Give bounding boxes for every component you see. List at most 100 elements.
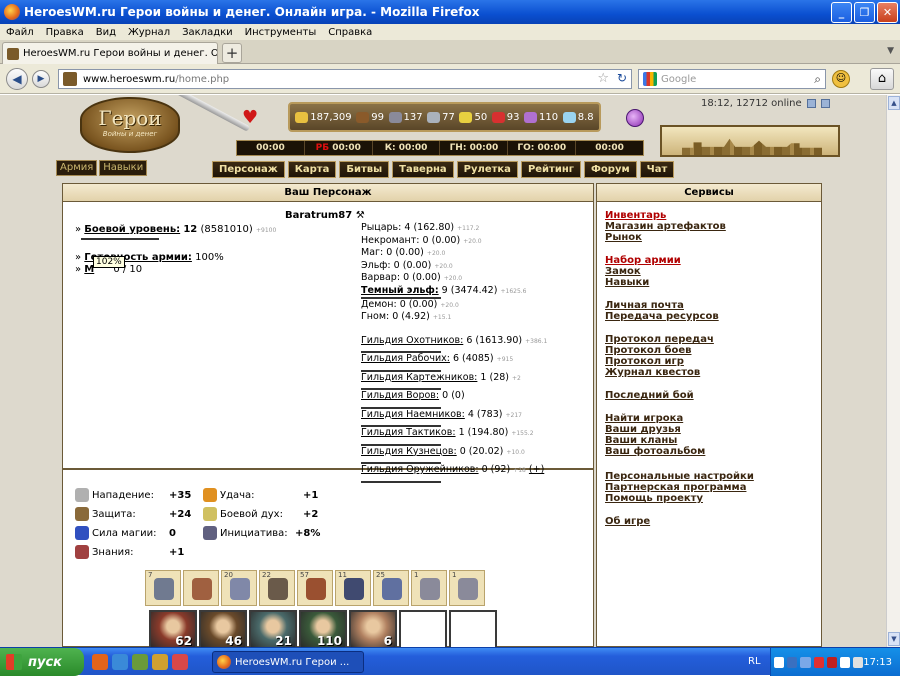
combat-level-link[interactable]: Боевой уровень: xyxy=(84,224,180,235)
service-link[interactable]: Найти игрока xyxy=(605,413,683,424)
army-unit[interactable]: 21 xyxy=(249,610,297,647)
nav-map[interactable]: Карта xyxy=(287,161,337,178)
page-scrollbar[interactable]: ▲ ▼ xyxy=(886,95,900,647)
faction-name[interactable]: Темный эльф: xyxy=(361,285,439,296)
scroll-up-icon[interactable]: ▲ xyxy=(888,96,900,110)
close-button[interactable]: ✕ xyxy=(877,1,898,23)
nav-skills[interactable]: Навыки xyxy=(99,160,148,176)
tray-icon[interactable] xyxy=(787,656,798,668)
url-bar[interactable]: www.heroeswm.ru/home.php ☆ ↻ xyxy=(58,69,632,89)
bookmark-star-icon[interactable]: ☆ xyxy=(597,71,609,86)
army-unit[interactable]: 46 xyxy=(199,610,247,647)
service-link[interactable]: Протокол боев xyxy=(605,345,692,356)
guild-name-link[interactable]: Гильдия Картежников: xyxy=(361,372,477,383)
menu-tools[interactable]: Инструменты xyxy=(239,27,323,38)
artifact-slot[interactable]: 11 xyxy=(335,570,371,606)
nav-tavern[interactable]: Таверна xyxy=(392,161,454,178)
service-link[interactable]: Ваш фотоальбом xyxy=(605,446,705,457)
app-quicklaunch-icon[interactable] xyxy=(152,654,168,670)
service-link[interactable]: Последний бой xyxy=(605,390,694,401)
player-name[interactable]: Baratrum87 ⚒ xyxy=(285,210,365,221)
google-icon[interactable] xyxy=(643,72,657,86)
tab-heroeswm[interactable]: HeroesWM.ru Герои войны и денег. Онла...… xyxy=(2,42,218,64)
service-link[interactable]: Ваши друзья xyxy=(605,424,681,435)
service-link[interactable]: Личная почта xyxy=(605,300,684,311)
guild-name-link[interactable]: Гильдия Охотников: xyxy=(361,335,463,346)
minimize-button[interactable]: _ xyxy=(831,1,852,23)
service-link[interactable]: Набор армии xyxy=(605,255,681,266)
service-link[interactable]: Замок xyxy=(605,266,641,277)
service-link[interactable]: Протокол игр xyxy=(605,356,684,367)
artifact-slot[interactable]: 1 xyxy=(449,570,485,606)
tray-icon[interactable] xyxy=(800,656,811,668)
search-icon[interactable]: ⌕ xyxy=(814,72,821,87)
maximize-button[interactable]: ❐ xyxy=(854,1,875,23)
artifact-slot[interactable]: 22 xyxy=(259,570,295,606)
mail-icon[interactable] xyxy=(821,98,830,108)
addon-smiley-icon[interactable]: ☺ xyxy=(832,70,850,88)
tray-icon[interactable] xyxy=(813,656,824,668)
artifact-slot[interactable]: 20 xyxy=(221,570,257,606)
tray-icon[interactable] xyxy=(839,656,851,668)
app-quicklaunch-icon[interactable] xyxy=(172,654,188,670)
home-button[interactable]: ⌂ xyxy=(870,68,894,90)
guild-name-link[interactable]: Гильдия Кузнецов: xyxy=(361,446,457,457)
game-logo[interactable]: Герои Войны и денег xyxy=(80,97,180,153)
guild-name-link[interactable]: Гильдия Наемников: xyxy=(361,409,465,420)
menu-file[interactable]: Файл xyxy=(0,27,40,38)
nav-character[interactable]: Персонаж xyxy=(212,161,285,178)
menu-help[interactable]: Справка xyxy=(322,27,378,38)
army-unit[interactable] xyxy=(399,610,447,647)
artifact-slot[interactable]: 7 xyxy=(145,570,181,606)
service-link[interactable]: Журнал квестов xyxy=(605,367,700,378)
menu-edit[interactable]: Правка xyxy=(40,27,90,38)
service-link[interactable]: Персональные настройки xyxy=(605,471,754,482)
service-link[interactable]: Рынок xyxy=(605,232,642,243)
guild-name-link[interactable]: Гильдия Рабочих: xyxy=(361,353,450,364)
online-list-icon[interactable] xyxy=(806,98,816,108)
nav-roulette[interactable]: Рулетка xyxy=(456,161,518,178)
army-unit[interactable] xyxy=(449,610,497,647)
nav-chat[interactable]: Чат xyxy=(639,161,675,178)
start-button[interactable]: пуск xyxy=(0,648,84,676)
army-unit[interactable]: 110 xyxy=(299,610,347,647)
army-unit[interactable]: 62 xyxy=(149,610,197,647)
artifact-slot[interactable]: 25 xyxy=(373,570,409,606)
language-indicator[interactable]: RL xyxy=(748,656,761,667)
service-link[interactable]: Инвентарь xyxy=(605,210,666,221)
app-quicklaunch-icon[interactable] xyxy=(112,654,128,670)
nav-forum[interactable]: Форум xyxy=(584,161,637,178)
army-unit[interactable]: 6 xyxy=(349,610,397,647)
service-link[interactable]: Магазин артефактов xyxy=(605,221,726,232)
artifact-slot[interactable] xyxy=(183,570,219,606)
nav-army[interactable]: Армия xyxy=(56,160,98,176)
back-button[interactable]: ◀ xyxy=(6,68,28,90)
service-link[interactable]: Протокол передач xyxy=(605,334,714,345)
nav-rating[interactable]: Рейтинг xyxy=(520,161,581,178)
tray-icon[interactable] xyxy=(774,656,785,668)
service-link[interactable]: Об игре xyxy=(605,516,650,527)
artifact-slot[interactable]: 1 xyxy=(411,570,447,606)
tray-icon[interactable] xyxy=(853,656,864,668)
service-link[interactable]: Партнерская программа xyxy=(605,482,746,493)
service-link[interactable]: Передача ресурсов xyxy=(605,311,719,322)
service-link[interactable]: Навыки xyxy=(605,277,649,288)
forward-button[interactable]: ▶ xyxy=(32,70,50,88)
nav-battles[interactable]: Битвы xyxy=(339,161,390,178)
menu-history[interactable]: Журнал xyxy=(122,27,176,38)
scroll-down-icon[interactable]: ▼ xyxy=(888,632,900,646)
firefox-quicklaunch-icon[interactable] xyxy=(92,654,108,670)
artifact-slot[interactable]: 57 xyxy=(297,570,333,606)
guild-name-link[interactable]: Гильдия Воров: xyxy=(361,390,439,401)
app-quicklaunch-icon[interactable] xyxy=(132,654,148,670)
taskbar-firefox-task[interactable]: HeroesWM.ru Герои ... xyxy=(212,651,364,673)
tab-list-icon[interactable]: ▼ xyxy=(887,46,894,56)
ati-icon[interactable] xyxy=(826,656,837,668)
service-link[interactable]: Помощь проекту xyxy=(605,493,703,504)
new-tab-button[interactable]: + xyxy=(222,43,242,63)
service-link[interactable]: Ваши кланы xyxy=(605,435,677,446)
menu-view[interactable]: Вид xyxy=(90,27,122,38)
menu-bookmarks[interactable]: Закладки xyxy=(176,27,239,38)
reload-icon[interactable]: ↻ xyxy=(617,71,627,85)
search-input[interactable]: Google ⌕ xyxy=(638,69,826,89)
